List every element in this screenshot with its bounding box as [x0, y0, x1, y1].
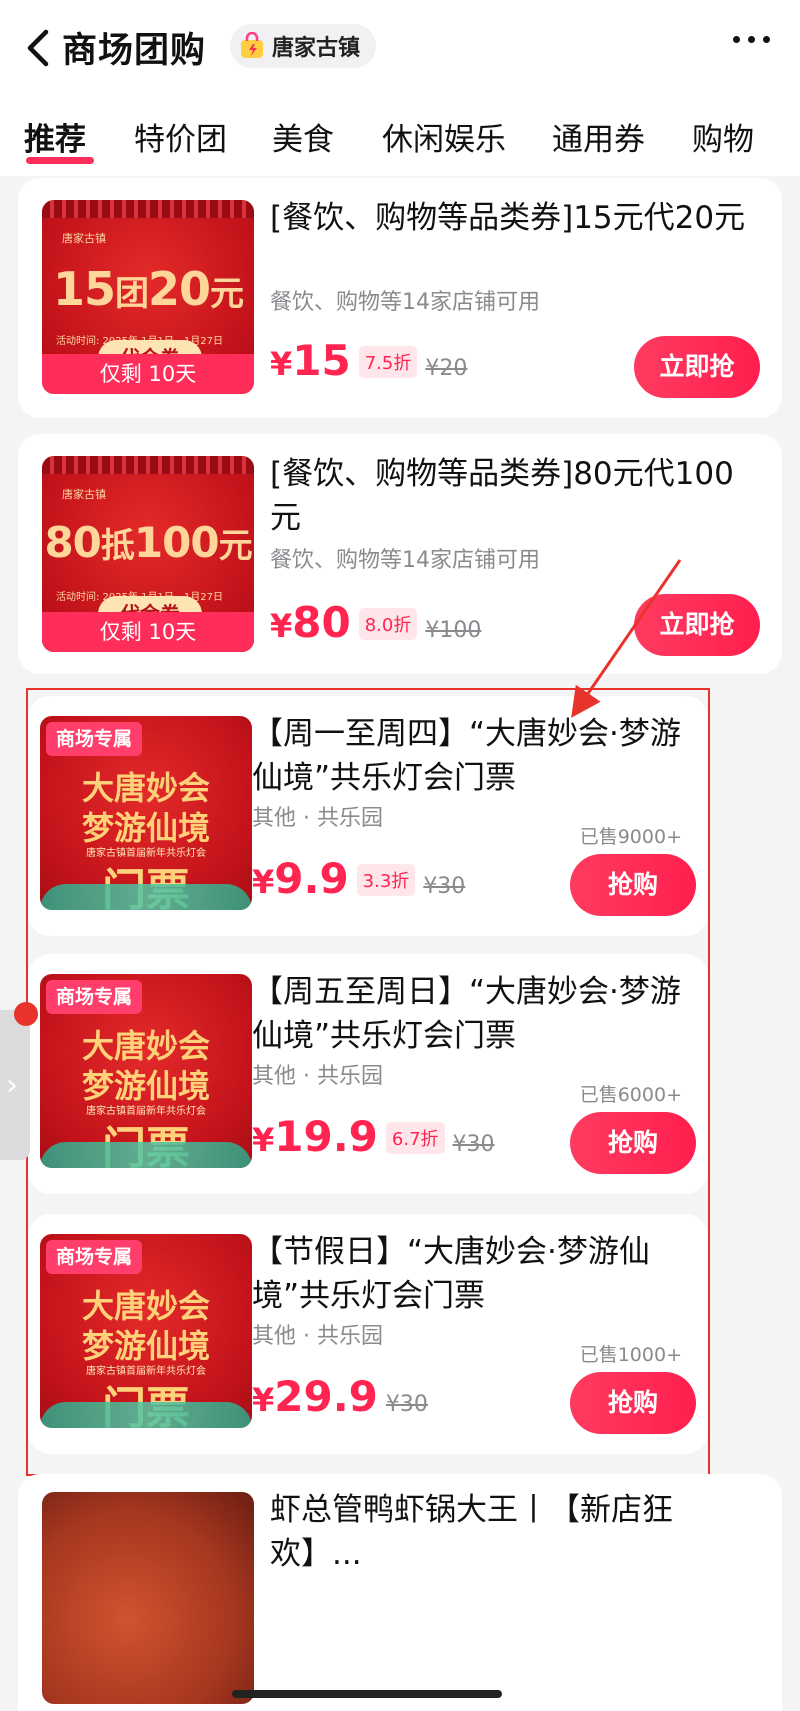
side-drawer-handle[interactable]: ›: [0, 1010, 30, 1160]
red-dot-marker: [14, 1002, 38, 1026]
annotation-outline: [26, 688, 710, 1476]
home-indicator: [232, 1690, 502, 1698]
food-thumbnail: [42, 1492, 254, 1704]
annotation-arrow: [571, 559, 682, 718]
chevron-right-icon: ›: [6, 1068, 18, 1103]
deal-title: 虾总管鸭虾锅大王丨【新店狂欢】...: [270, 1492, 673, 1572]
deal-card-partial[interactable]: 虾总管鸭虾锅大王丨【新店狂欢】...: [18, 1474, 782, 1711]
